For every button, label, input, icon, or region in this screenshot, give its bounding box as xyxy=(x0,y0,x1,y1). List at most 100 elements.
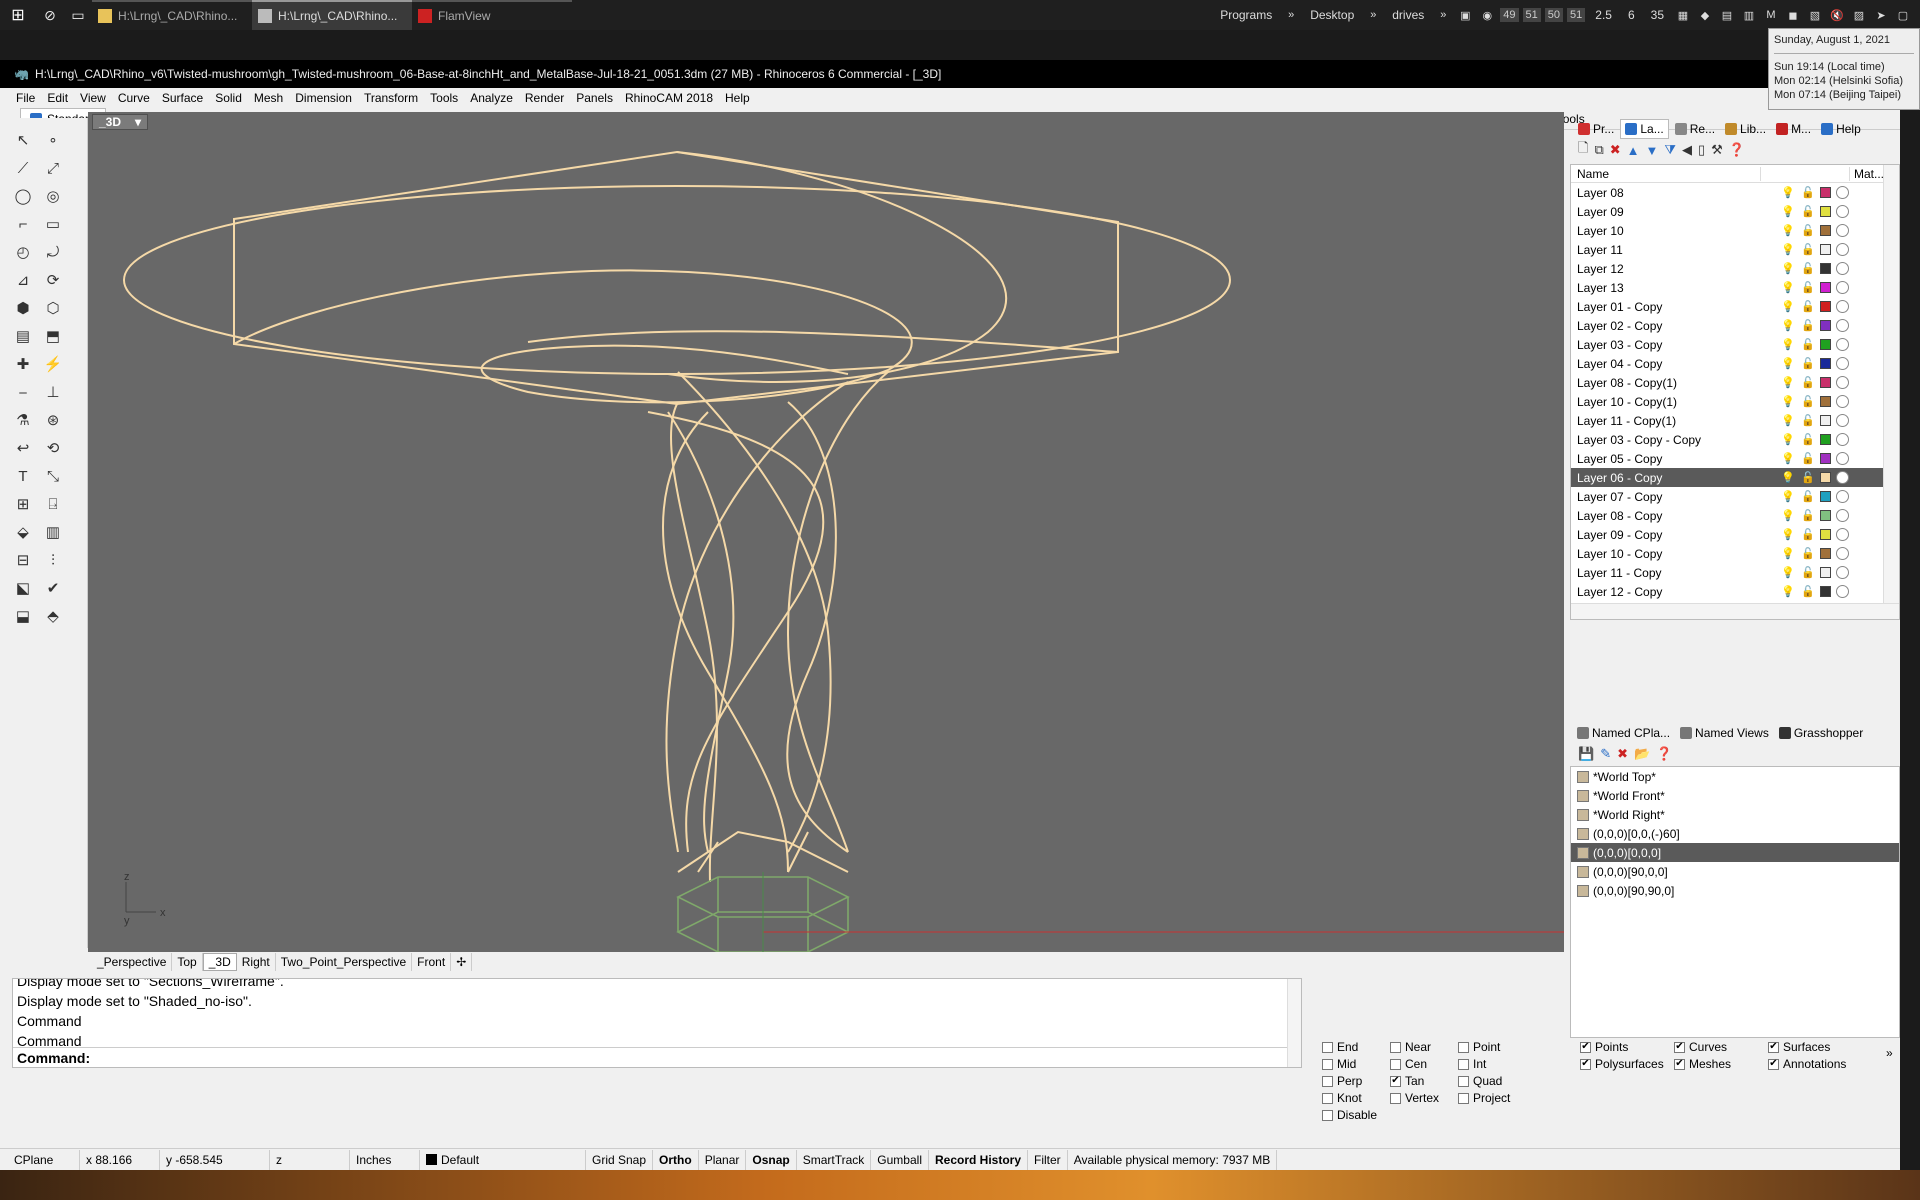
osnap-disable[interactable]: Disable xyxy=(1322,1108,1377,1122)
edit-icon[interactable]: ✎ xyxy=(1600,746,1611,762)
taskbar-task-rhino[interactable]: H:\Lrng\_CAD\Rhino... xyxy=(252,0,412,30)
app-tray-icon[interactable]: ◼ xyxy=(1784,7,1802,23)
layer-color-swatch[interactable] xyxy=(1820,263,1831,274)
material-circle[interactable] xyxy=(1836,585,1849,598)
material-circle[interactable] xyxy=(1836,357,1849,370)
unlock-icon[interactable]: 🔓 xyxy=(1801,585,1815,598)
lightbulb-icon[interactable]: 💡 xyxy=(1781,414,1795,427)
solid-box-icon[interactable]: ⬒ xyxy=(40,324,66,348)
folder-icon[interactable]: 📂 xyxy=(1634,746,1650,762)
osnap-mid[interactable]: Mid xyxy=(1322,1057,1356,1071)
chevron-down-icon[interactable]: ▾ xyxy=(135,115,141,129)
checkbox[interactable] xyxy=(1458,1058,1469,1070)
cplane-row[interactable]: (0,0,0)[0,0,0] xyxy=(1571,843,1899,862)
layers-vertical-scrollbar[interactable] xyxy=(1883,165,1899,619)
menu-edit[interactable]: Edit xyxy=(41,91,74,105)
command-prompt[interactable]: Command: xyxy=(13,1047,1301,1067)
layer-row[interactable]: Layer 01 - Copy 💡 🔓 xyxy=(1571,297,1899,316)
layer-row[interactable]: Layer 09 - Copy 💡 🔓 xyxy=(1571,525,1899,544)
unlock-icon[interactable]: 🔓 xyxy=(1801,547,1815,560)
arrow-left-icon[interactable]: ◀ xyxy=(1682,142,1692,158)
osnap-project[interactable]: Project xyxy=(1458,1091,1510,1105)
layer-color-swatch[interactable] xyxy=(1820,453,1831,464)
solid-tools-icon[interactable]: ⚗ xyxy=(10,408,36,432)
material-circle[interactable] xyxy=(1836,243,1849,256)
boolean-icon[interactable]: ⚡ xyxy=(40,352,66,376)
new-sublayer-icon[interactable]: ⧉ xyxy=(1594,142,1603,158)
named-tab-grasshopper[interactable]: Grasshopper xyxy=(1776,726,1866,740)
view-tab-3d[interactable]: _3D xyxy=(202,953,237,971)
layer-row[interactable]: Layer 09 💡 🔓 xyxy=(1571,202,1899,221)
point-icon[interactable]: ∘ xyxy=(40,128,66,152)
unlock-icon[interactable]: 🔓 xyxy=(1801,471,1815,484)
rotate-icon[interactable]: ⟲ xyxy=(40,436,66,460)
material-circle[interactable] xyxy=(1836,376,1849,389)
material-circle[interactable] xyxy=(1836,262,1849,275)
filter-curves[interactable]: ✔ Curves xyxy=(1674,1040,1727,1054)
delete-layer-icon[interactable]: ✖ xyxy=(1610,142,1621,158)
menu-help[interactable]: Help xyxy=(719,91,756,105)
menu-view[interactable]: View xyxy=(74,91,112,105)
checkbox[interactable]: ✔ xyxy=(1768,1041,1779,1053)
material-circle[interactable] xyxy=(1836,528,1849,541)
polyline-icon[interactable]: ⟋ xyxy=(10,156,36,180)
layer-color-swatch[interactable] xyxy=(1820,396,1831,407)
lightbulb-icon[interactable]: 💡 xyxy=(1781,452,1795,465)
lightbulb-icon[interactable]: 💡 xyxy=(1781,338,1795,351)
object-properties-icon[interactable]: ⫶ xyxy=(40,548,66,572)
material-circle[interactable] xyxy=(1836,300,1849,313)
panel-tab-la[interactable]: La... xyxy=(1620,119,1669,139)
layer-row[interactable]: Layer 11 💡 🔓 xyxy=(1571,240,1899,259)
polygon-icon[interactable]: ◴ xyxy=(10,240,36,264)
osnap-end[interactable]: End xyxy=(1322,1040,1358,1054)
menu-solid[interactable]: Solid xyxy=(209,91,248,105)
cage-edit-icon[interactable]: ⬙ xyxy=(10,520,36,544)
add-view-tab-icon[interactable]: ✢ xyxy=(451,953,473,971)
named-tab-named-views[interactable]: Named Views xyxy=(1677,726,1772,740)
status-ortho[interactable]: Ortho xyxy=(653,1149,699,1170)
filter-icon[interactable]: ⧩ xyxy=(1664,142,1676,158)
osnap-point[interactable]: Point xyxy=(1458,1040,1500,1054)
layer-color-swatch[interactable] xyxy=(1820,225,1831,236)
line-trim-icon[interactable]: ⎯ xyxy=(10,380,36,404)
arc-icon[interactable]: ⌐ xyxy=(10,212,36,236)
layer-row[interactable]: Layer 07 - Copy 💡 🔓 xyxy=(1571,487,1899,506)
lightbulb-icon[interactable]: 💡 xyxy=(1781,490,1795,503)
unlock-icon[interactable]: 🔓 xyxy=(1801,395,1815,408)
app-tray-icon[interactable]: ▤ xyxy=(1718,7,1736,23)
cplane-row[interactable]: (0,0,0)[90,90,0] xyxy=(1571,881,1899,900)
filter-meshes[interactable]: ✔ Meshes xyxy=(1674,1057,1731,1071)
unlock-icon[interactable]: 🔓 xyxy=(1801,566,1815,579)
unlock-icon[interactable]: 🔓 xyxy=(1801,357,1815,370)
checkbox[interactable] xyxy=(1322,1109,1333,1121)
layer-color-swatch[interactable] xyxy=(1820,206,1831,217)
free-curve-icon[interactable]: ⤾ xyxy=(40,240,66,264)
lightbulb-icon[interactable]: 💡 xyxy=(1781,205,1795,218)
project-icon[interactable]: ▥ xyxy=(40,520,66,544)
material-circle[interactable] xyxy=(1836,547,1849,560)
lightbulb-icon[interactable]: 💡 xyxy=(1781,300,1795,313)
analyze-icon[interactable]: ⬓ xyxy=(10,604,36,628)
layer-color-swatch[interactable] xyxy=(1820,320,1831,331)
layer-row[interactable]: Layer 08 - Copy 💡 🔓 xyxy=(1571,506,1899,525)
cplane-row[interactable]: *World Right* xyxy=(1571,805,1899,824)
curve-icon[interactable]: ⤢ xyxy=(40,156,66,180)
material-circle[interactable] xyxy=(1836,509,1849,522)
lightbulb-icon[interactable]: 💡 xyxy=(1781,224,1795,237)
mesh-icon[interactable]: ✚ xyxy=(10,352,36,376)
app-tray-icon[interactable]: ▦ xyxy=(1674,7,1692,23)
view-tab-top[interactable]: Top xyxy=(172,953,203,971)
material-circle[interactable] xyxy=(1836,319,1849,332)
surface-edge-icon[interactable]: ⬡ xyxy=(40,296,66,320)
unlock-icon[interactable]: 🔓 xyxy=(1801,300,1815,313)
lightbulb-icon[interactable]: 💡 xyxy=(1781,357,1795,370)
menu-panels[interactable]: Panels xyxy=(570,91,619,105)
layer-color-swatch[interactable] xyxy=(1820,586,1831,597)
new-layer-icon[interactable]: 🗋 xyxy=(1578,139,1588,161)
layer-state-icon[interactable]: ⬕ xyxy=(10,576,36,600)
osnap-knot[interactable]: Knot xyxy=(1322,1091,1362,1105)
select-arrow-icon[interactable]: ↖ xyxy=(10,128,36,152)
layer-row[interactable]: Layer 12 - Copy 💡 🔓 xyxy=(1571,582,1899,601)
offset-icon[interactable]: ↩ xyxy=(10,436,36,460)
unlock-icon[interactable]: 🔓 xyxy=(1801,338,1815,351)
